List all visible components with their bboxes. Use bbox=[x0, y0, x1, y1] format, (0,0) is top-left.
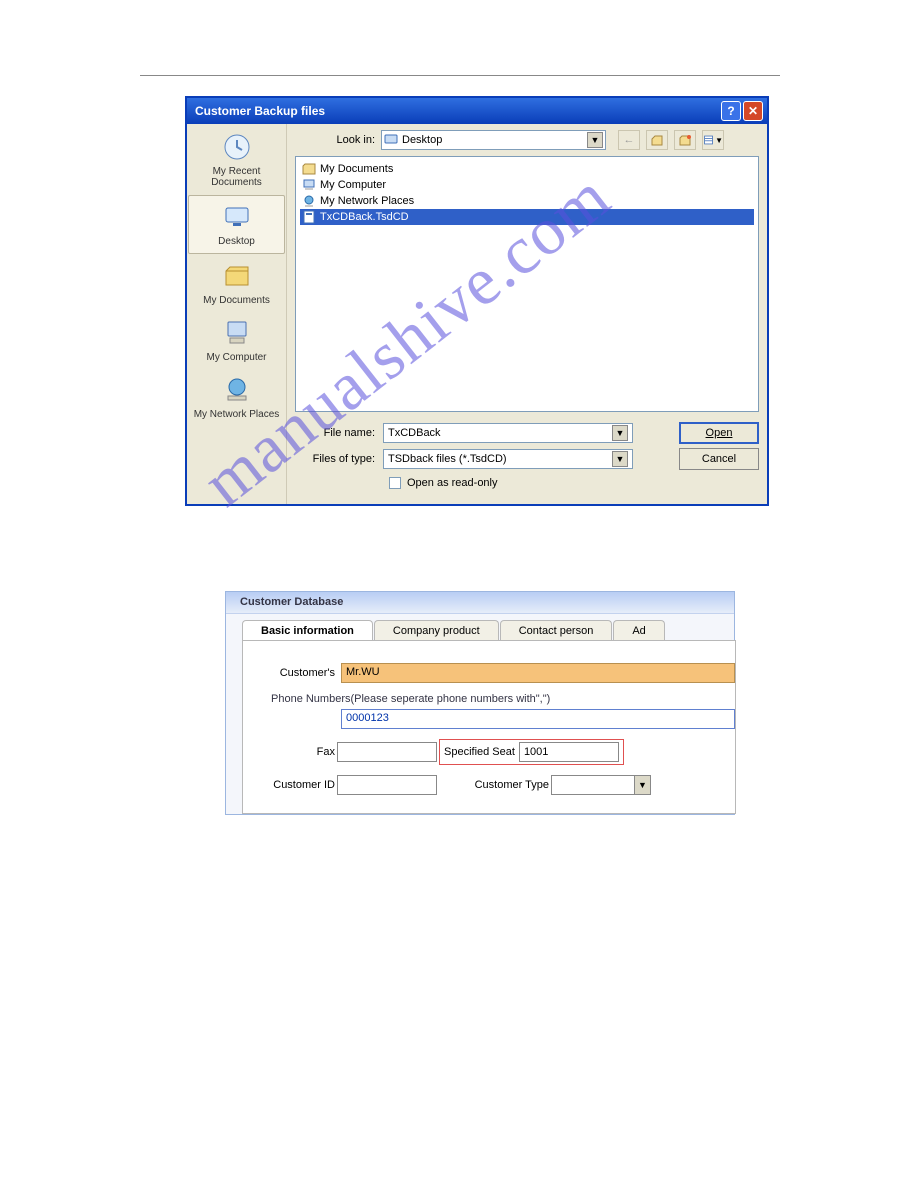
chevron-down-icon: ▼ bbox=[612, 451, 628, 467]
look-in-label: Look in: bbox=[295, 134, 375, 146]
dialog-main: Look in: Desktop ▼ ← bbox=[287, 124, 767, 504]
sidebar-item-label: My Recent Documents bbox=[211, 166, 262, 188]
dialog-title: Customer Backup files bbox=[195, 104, 719, 118]
file-name: My Network Places bbox=[320, 195, 414, 207]
phone-numbers-field[interactable]: 0000123 bbox=[341, 709, 735, 729]
places-sidebar: My Recent Documents Desktop My Documents bbox=[187, 124, 287, 504]
open-button[interactable]: Open bbox=[679, 422, 759, 444]
sidebar-my-computer[interactable]: My Computer bbox=[187, 312, 286, 369]
phone-note: Phone Numbers(Please seperate phone numb… bbox=[271, 693, 735, 705]
file-name: My Documents bbox=[320, 163, 393, 175]
dialog-titlebar: Customer Backup files ? ✕ bbox=[187, 98, 767, 124]
specified-seat-field[interactable] bbox=[519, 742, 619, 762]
filename-label: File name: bbox=[295, 427, 375, 439]
file-item[interactable]: My Computer bbox=[300, 177, 754, 193]
network-places-icon bbox=[220, 373, 254, 407]
cancel-button[interactable]: Cancel bbox=[679, 448, 759, 470]
fax-field[interactable] bbox=[337, 742, 437, 762]
desktop-small-icon bbox=[384, 133, 398, 147]
filetype-select[interactable]: TSDback files (*.TsdCD) ▼ bbox=[383, 449, 633, 469]
help-button[interactable]: ? bbox=[721, 101, 741, 121]
customer-id-label: Customer ID bbox=[249, 779, 335, 791]
chevron-down-icon: ▼ bbox=[587, 132, 603, 148]
dialog2-title: Customer Database bbox=[226, 592, 734, 614]
readonly-label: Open as read-only bbox=[407, 477, 498, 489]
look-in-select[interactable]: Desktop ▼ bbox=[381, 130, 606, 150]
my-computer-icon bbox=[220, 316, 254, 350]
customer-database-dialog: Customer Database Basic information Comp… bbox=[225, 591, 735, 815]
look-in-row: Look in: Desktop ▼ ← bbox=[287, 124, 767, 156]
sidebar-network-places[interactable]: My Network Places bbox=[187, 369, 286, 426]
customer-label: Customer's bbox=[249, 667, 335, 679]
tab-panel: Customer's Mr.WU Phone Numbers(Please se… bbox=[242, 640, 736, 814]
filename-input[interactable]: TxCDBack ▼ bbox=[383, 423, 633, 443]
nav-toolbar: ← ▼ bbox=[618, 130, 724, 150]
my-documents-icon bbox=[220, 259, 254, 293]
chevron-down-icon: ▼ bbox=[612, 425, 628, 441]
sidebar-item-label: My Computer bbox=[206, 352, 266, 363]
folder-icon bbox=[302, 162, 316, 176]
file-item[interactable]: My Network Places bbox=[300, 193, 754, 209]
sidebar-item-label: My Network Places bbox=[194, 409, 280, 420]
dialog-bottom: File name: TxCDBack ▼ Open Files of type… bbox=[287, 416, 767, 504]
page-content: Customer Backup files ? ✕ My Recent Docu… bbox=[140, 75, 780, 730]
customer-id-field[interactable] bbox=[337, 775, 437, 795]
computer-icon bbox=[302, 178, 316, 192]
tab-contact-person[interactable]: Contact person bbox=[500, 620, 613, 640]
network-icon bbox=[302, 194, 316, 208]
filename-value: TxCDBack bbox=[388, 427, 441, 439]
back-button[interactable]: ← bbox=[618, 130, 640, 150]
customer-name-field[interactable]: Mr.WU bbox=[341, 663, 735, 683]
look-in-value: Desktop bbox=[402, 134, 442, 146]
file-icon bbox=[302, 210, 316, 224]
customer-type-select[interactable]: ▼ bbox=[551, 775, 651, 795]
sidebar-my-documents[interactable]: My Documents bbox=[187, 255, 286, 312]
file-name: My Computer bbox=[320, 179, 386, 191]
tab-bar: Basic information Company product Contac… bbox=[242, 620, 734, 640]
backup-files-dialog: Customer Backup files ? ✕ My Recent Docu… bbox=[185, 96, 769, 506]
readonly-checkbox[interactable] bbox=[389, 477, 401, 489]
chevron-down-icon: ▼ bbox=[634, 776, 650, 794]
specified-seat-label: Specified Seat bbox=[444, 746, 515, 758]
new-folder-button[interactable] bbox=[674, 130, 696, 150]
sidebar-item-label: My Documents bbox=[203, 295, 270, 306]
sidebar-item-label: Desktop bbox=[218, 236, 255, 247]
file-name: TxCDBack.TsdCD bbox=[320, 211, 409, 223]
views-button[interactable]: ▼ bbox=[702, 130, 724, 150]
customer-type-label: Customer Type bbox=[453, 779, 549, 791]
close-button[interactable]: ✕ bbox=[743, 101, 763, 121]
recent-documents-icon bbox=[220, 130, 254, 164]
tab-basic-information[interactable]: Basic information bbox=[242, 620, 373, 640]
file-item-selected[interactable]: TxCDBack.TsdCD bbox=[300, 209, 754, 225]
file-list[interactable]: My Documents My Computer My Network Plac… bbox=[295, 156, 759, 412]
file-item[interactable]: My Documents bbox=[300, 161, 754, 177]
filetype-value: TSDback files (*.TsdCD) bbox=[388, 453, 507, 465]
up-one-level-button[interactable] bbox=[646, 130, 668, 150]
desktop-icon bbox=[220, 200, 254, 234]
fax-label: Fax bbox=[249, 746, 335, 758]
tab-additional[interactable]: Ad bbox=[613, 620, 664, 640]
tab-company-product[interactable]: Company product bbox=[374, 620, 499, 640]
sidebar-desktop[interactable]: Desktop bbox=[188, 195, 285, 254]
specified-seat-highlight: Specified Seat bbox=[439, 739, 624, 765]
filetype-label: Files of type: bbox=[295, 453, 375, 465]
sidebar-recent-documents[interactable]: My Recent Documents bbox=[187, 126, 286, 194]
